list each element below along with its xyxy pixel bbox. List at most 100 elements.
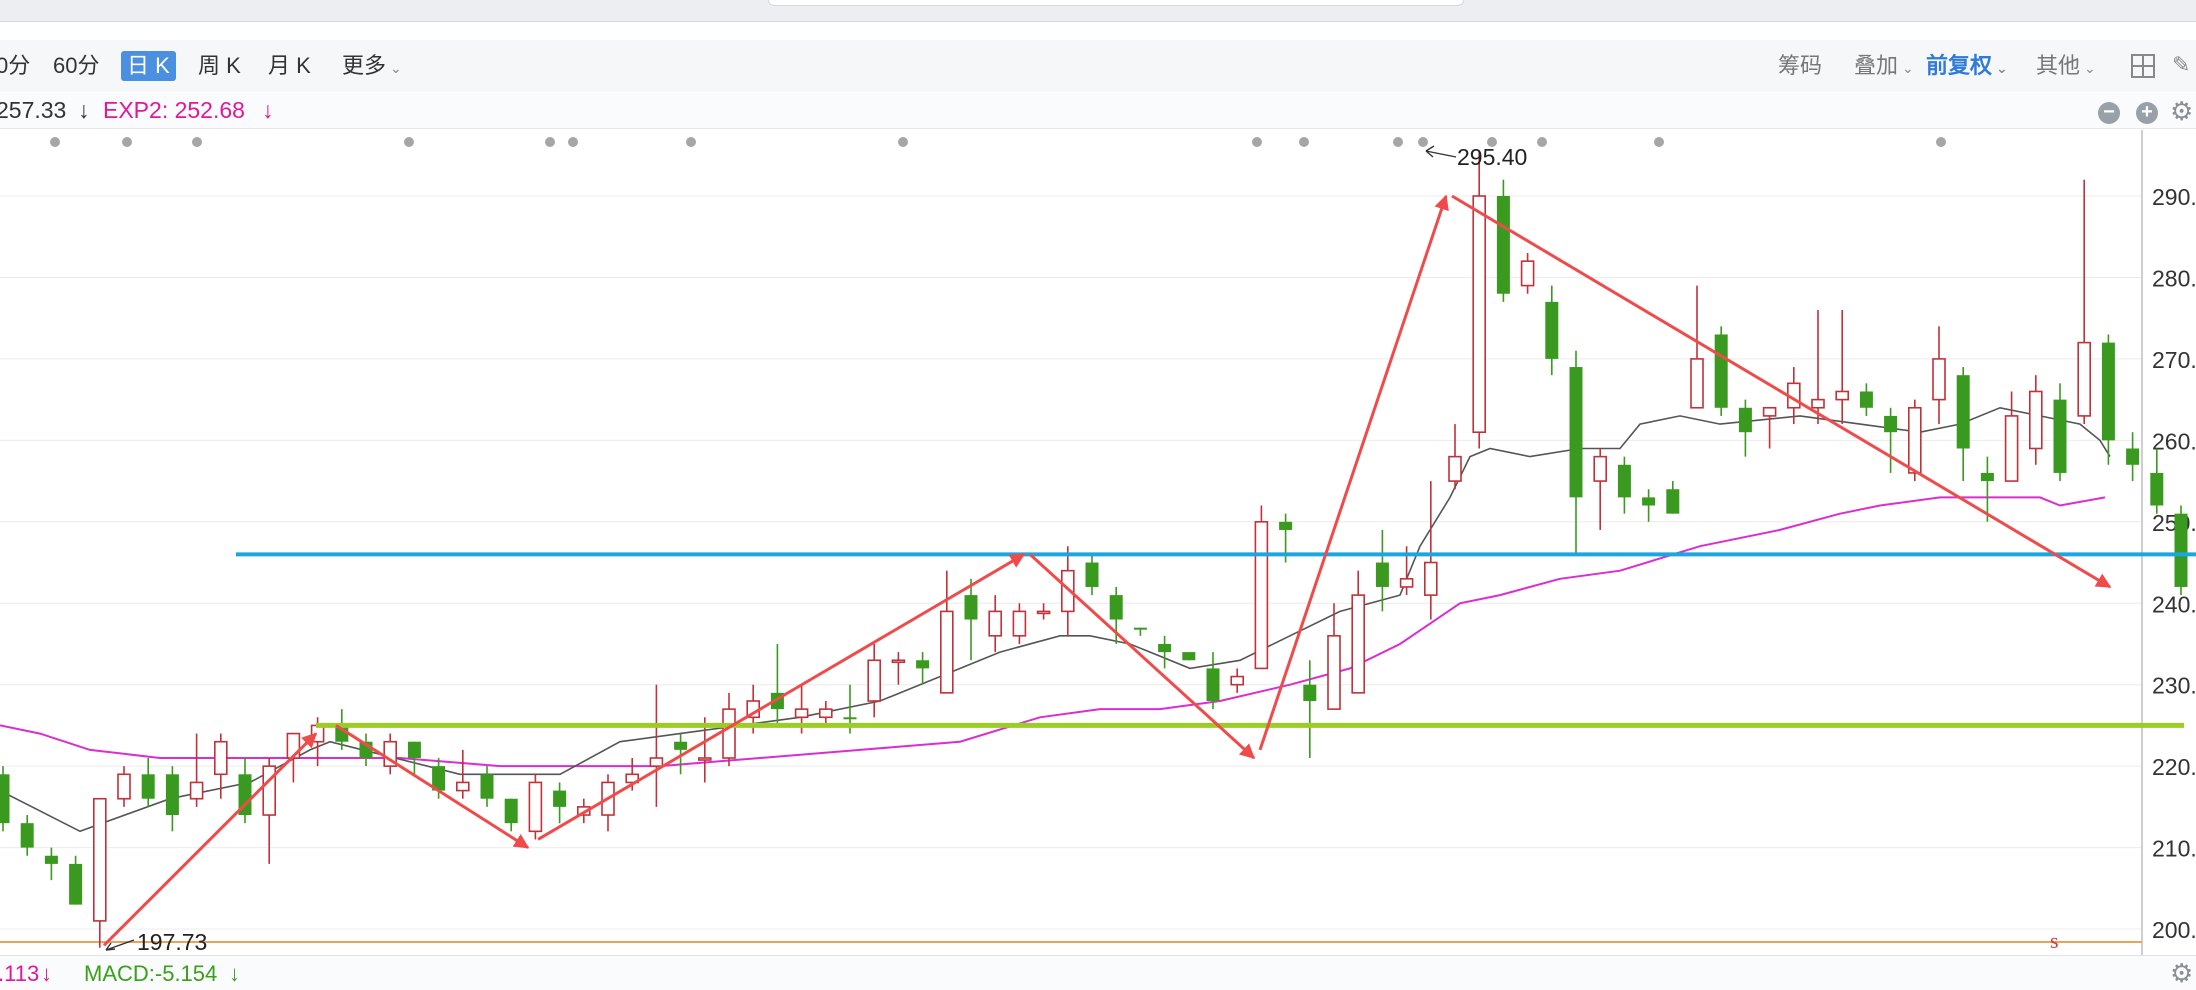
event-dot [404,137,414,147]
event-dot [1418,137,1428,147]
candle-body-down [165,774,179,816]
candle-body-down [504,798,518,824]
candle [2174,505,2188,596]
event-dot [50,137,60,147]
candle-body-down [1158,643,1172,653]
candle [553,782,567,824]
candle [2126,432,2140,482]
candle [1811,310,1825,425]
candle [1859,383,1873,416]
candle [1569,350,1583,555]
candle [916,652,930,685]
candle-body-down [1859,391,1873,408]
candle [1496,179,1510,302]
candle [504,798,518,832]
y-tick-label: 230. [2152,673,2196,699]
event-dot [545,137,555,147]
ma-short-line [0,406,2111,833]
trend-arrow [335,724,530,849]
candle-body-down [1303,684,1317,701]
candle [2029,375,2043,465]
candle-body-down [964,595,978,620]
candle-body-down [2126,448,2140,465]
candle-body-up [1424,561,1438,596]
candle [44,847,58,881]
candle-body-up [1399,578,1414,588]
candle [2150,448,2164,514]
candle [1158,635,1172,669]
candle-body-up [1254,520,1269,670]
event-dot [1537,137,1547,147]
candle [1448,424,1462,490]
candle-body-up [93,797,107,922]
candle [93,797,107,948]
candle-body-down [1109,595,1123,620]
candle-body-up [697,757,712,761]
candle [1036,603,1051,620]
candle [1666,481,1680,514]
candle-body-down [674,741,688,750]
candle [238,758,252,824]
candle-body-down [916,660,930,669]
event-dot [1654,137,1664,147]
candle-body-up [1472,195,1486,434]
candle [480,766,494,807]
candle-body-up [1351,594,1365,694]
candle-body-down [843,717,857,720]
candle [2077,179,2091,425]
y-tick-label: 240. [2152,591,2196,617]
event-dot [1252,137,1262,147]
candle-body-down [553,790,567,807]
candle-body-up [2004,415,2019,482]
candle [1593,448,1607,530]
candle-body-down [2150,472,2164,506]
candle [818,700,833,726]
candle-body-up [262,765,277,816]
candle [528,774,543,840]
candle-body-up [1448,455,1462,482]
candle-body-down [1545,301,1559,359]
candle [407,741,421,775]
macd-value: MACD:-5.154 [84,961,218,986]
candle [1182,652,1196,661]
candle-body-up [1762,406,1777,417]
candle [165,766,179,832]
y-tick-label: 270. [2152,347,2196,373]
candle [1956,367,1970,482]
candle [1133,627,1147,636]
candle-body-down [20,823,34,848]
candle [1424,481,1438,620]
candle-body-up [1230,675,1244,686]
candle-body-down [1642,497,1656,506]
candle-body-up [1327,635,1341,710]
y-tick-label: 200. [2152,917,2196,943]
candle [1206,652,1220,710]
candle [649,684,664,807]
candle-body-down [2053,399,2067,473]
candle-body-down [1666,489,1680,514]
candle-body-up [1908,406,1922,474]
candle-body-up [1593,455,1607,482]
candle-body-down [1182,652,1196,661]
macd-arrow-icon: ↓ [229,961,240,986]
candle [1230,668,1244,693]
gear-icon[interactable]: ⚙ [2170,958,2193,989]
trend-arrow [537,553,1026,841]
candle [1472,152,1486,449]
candle [1714,326,1728,416]
candle [1254,505,1269,670]
candle-body-down [1085,562,1099,587]
candle [1351,570,1365,694]
event-dot [1299,137,1309,147]
macd-left-arrow-icon: ↓ [41,961,52,986]
candle-body-up [818,708,833,719]
candle [1835,310,1849,425]
candle-body-down [0,774,10,824]
candle [20,815,34,856]
candlestick-chart[interactable]: 290. 280. 270. 260. 250. 240. 230. 220. 210. 200.… [0,0,2196,990]
candle-body-up [1811,398,1825,409]
candle [0,766,10,832]
candle [891,652,906,685]
candle-body-up [189,781,204,800]
y-tick-label: 260. [2152,428,2196,454]
